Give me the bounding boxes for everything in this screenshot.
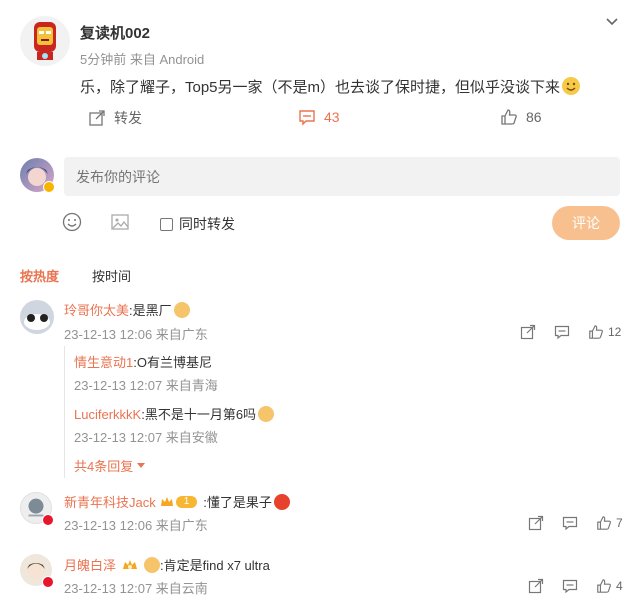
like-count: 86 xyxy=(526,109,542,125)
repost-button[interactable]: 转发 xyxy=(88,108,142,128)
comment-actions: 4 xyxy=(528,578,623,594)
verified-badge-icon xyxy=(42,576,54,588)
comment-count: 43 xyxy=(324,109,340,125)
ironman-avatar-icon xyxy=(34,22,56,60)
reply-icon[interactable] xyxy=(554,324,570,340)
vip-badge-icon xyxy=(43,181,55,193)
emoji-picker-icon[interactable] xyxy=(62,212,82,232)
tab-sort-time[interactable]: 按时间 xyxy=(92,266,131,285)
thumbs-up-icon xyxy=(589,325,603,339)
reply-line: LuciferkkkK:黑不是十一月第6吗 xyxy=(74,404,275,423)
reply-thread xyxy=(64,346,65,478)
comment-text: :懂了是果子 xyxy=(203,495,272,510)
reply-icon[interactable] xyxy=(562,578,578,594)
comment-avatar[interactable] xyxy=(20,300,54,334)
also-repost-option[interactable]: 同时转发 xyxy=(160,214,235,234)
comment-text: :是黑厂 xyxy=(129,303,172,318)
reply-text: :黑不是十一月第6吗 xyxy=(141,407,257,422)
repost-icon[interactable] xyxy=(520,324,536,340)
comment-like-count: 12 xyxy=(608,325,622,339)
comment-meta: 23-12-13 12:06 来自广东 xyxy=(64,327,208,342)
comment-meta: 23-12-13 12:06 来自广东 xyxy=(64,518,208,533)
crown-icon xyxy=(160,496,174,508)
panda-avatar-icon xyxy=(24,314,50,330)
like-button[interactable]: 86 xyxy=(500,108,542,126)
repost-icon[interactable] xyxy=(528,578,544,594)
caret-down-icon xyxy=(137,462,146,468)
comment-like-button[interactable]: 4 xyxy=(596,578,623,594)
comment-like-button[interactable]: 12 xyxy=(588,324,621,340)
comment-like-button[interactable]: 7 xyxy=(596,515,623,531)
reply-line: 情生意动1:O有兰博基尼 xyxy=(74,352,212,371)
comment-line: 月魄白泽 :肯定是find x7 ultra xyxy=(64,555,270,574)
doge-emoji-icon xyxy=(173,302,190,318)
reply-meta: 23-12-13 12:07 来自安徽 xyxy=(74,430,218,445)
thumbs-up-icon xyxy=(501,109,517,125)
post-text: 乐，除了耀子，Top5另一家（不是m）也去谈了保时捷，但似乎没谈下来 xyxy=(80,76,581,97)
comment-meta: 23-12-13 12:07 来自云南 xyxy=(64,581,208,596)
comment-text: :肯定是find x7 ultra xyxy=(160,558,270,573)
repost-icon xyxy=(89,110,105,126)
image-upload-icon[interactable] xyxy=(110,212,130,232)
reply-text: :O有兰博基尼 xyxy=(133,355,212,370)
thumbs-up-icon xyxy=(597,516,611,530)
doge-emoji-icon xyxy=(144,556,161,573)
repost-icon[interactable] xyxy=(528,515,544,531)
comment-actions: 7 xyxy=(528,515,623,531)
more-replies-label: 共4条回复 xyxy=(74,459,134,474)
post-meta: 5分钟前 来自 Android xyxy=(80,52,205,67)
comment-like-count: 4 xyxy=(616,579,623,593)
reply-meta: 23-12-13 12:07 来自青海 xyxy=(74,378,218,393)
comment-line: 玲哥你太美:是黑厂 xyxy=(64,300,190,319)
comment-icon xyxy=(299,110,315,126)
author-name[interactable]: 复读机002 xyxy=(80,22,150,43)
author-avatar[interactable] xyxy=(20,16,70,66)
tab-sort-hot[interactable]: 按热度 xyxy=(20,266,59,285)
reply-username[interactable]: LuciferkkkK xyxy=(74,407,141,422)
comment-like-count: 7 xyxy=(616,516,623,530)
level-badge: 1 xyxy=(175,495,198,508)
fan-badge-icon xyxy=(122,559,138,571)
thumbs-up-icon xyxy=(597,579,611,593)
also-repost-checkbox[interactable] xyxy=(160,217,173,231)
reply-icon[interactable] xyxy=(562,515,578,531)
also-repost-label: 同时转发 xyxy=(179,216,235,232)
reply-username[interactable]: 情生意动1 xyxy=(74,355,133,370)
post-text-content: 乐，除了耀子，Top5另一家（不是m）也去谈了保时捷，但似乎没谈下来 xyxy=(80,79,561,96)
comment-input[interactable] xyxy=(64,157,620,196)
submit-comment-button[interactable]: 评论 xyxy=(552,206,620,240)
more-replies-link[interactable]: 共4条回复 xyxy=(74,456,146,475)
smile-emoji-icon xyxy=(562,77,581,95)
comment-button[interactable]: 43 xyxy=(298,108,340,126)
comment-actions: 12 xyxy=(520,324,621,340)
apple-emoji-icon xyxy=(273,493,290,510)
comment-line: 新青年科技Jack 1 :懂了是果子 xyxy=(64,492,290,511)
comment-username[interactable]: 玲哥你太美 xyxy=(64,303,129,318)
comment-username[interactable]: 新青年科技Jack xyxy=(64,492,156,511)
comment-username[interactable]: 月魄白泽 xyxy=(64,555,116,574)
chevron-down-icon[interactable] xyxy=(604,14,620,30)
repost-label: 转发 xyxy=(114,110,142,126)
doge-emoji-icon xyxy=(258,406,275,422)
verified-badge-icon xyxy=(42,514,54,526)
